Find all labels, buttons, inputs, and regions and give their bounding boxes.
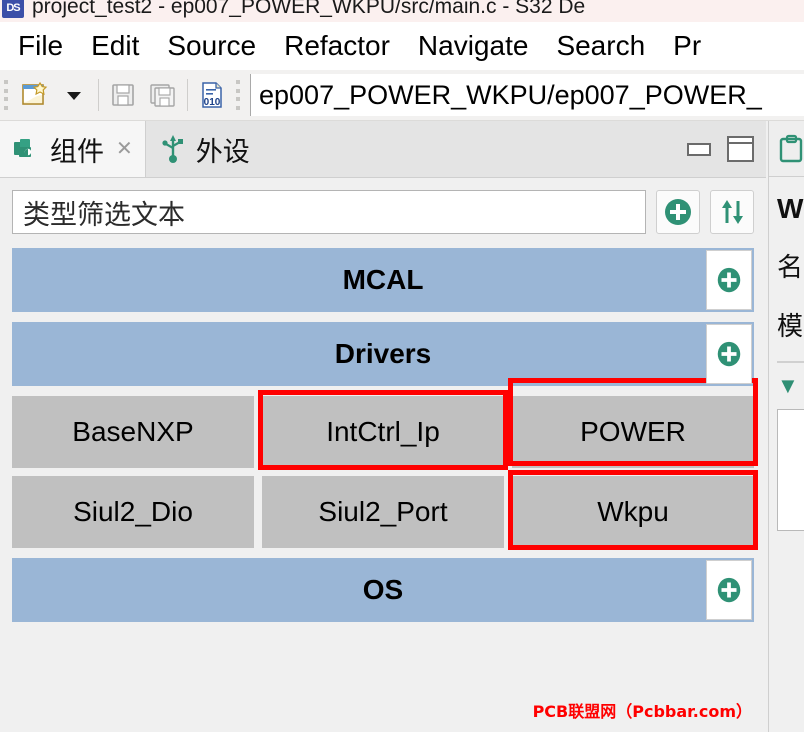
resource-path-field[interactable]: ep007_POWER_WKPU/ep007_POWER_: [250, 74, 804, 116]
peripherals-usb-icon: [158, 133, 188, 165]
menu-bar: File Edit Source Refactor Navigate Searc…: [0, 22, 804, 70]
filter-input[interactable]: 类型筛选文本: [12, 190, 646, 234]
properties-title: W: [777, 193, 804, 224]
add-plus-icon: [662, 196, 694, 228]
filter-input-value: 类型筛选文本: [23, 199, 185, 230]
new-file-dropdown-button[interactable]: [54, 74, 94, 116]
driver-item-label: Siul2_Dio: [73, 496, 193, 527]
menu-item-search[interactable]: Search: [542, 30, 659, 62]
main-toolbar: 010 ep007_POWER_WKPU/ep007_POWER_: [0, 70, 804, 121]
properties-panel: W 名 模 ▼: [768, 121, 804, 732]
driver-item-siul2-port[interactable]: Siul2_Port: [262, 476, 504, 548]
driver-item-label: Wkpu: [597, 496, 669, 527]
driver-item-power[interactable]: POWER: [508, 378, 758, 468]
new-file-button[interactable]: [14, 74, 54, 116]
sort-arrows-icon: [717, 197, 747, 227]
category-row-mcal[interactable]: MCAL: [12, 248, 754, 312]
category-row-drivers[interactable]: Drivers: [12, 322, 754, 386]
toolbar-grip[interactable]: [4, 80, 10, 110]
view-tabstrip: 组件 ✕ 外设: [0, 121, 766, 178]
resource-path-value: ep007_POWER_WKPU/ep007_POWER_: [259, 79, 762, 110]
tab-components[interactable]: 组件 ✕: [0, 121, 146, 177]
category-label-mcal: MCAL: [342, 264, 424, 295]
new-file-icon: [19, 80, 49, 110]
component-tree: MCAL Drivers BaseNXP IntCtrl_Ip POWER Si…: [0, 242, 766, 622]
add-plus-icon: [714, 265, 744, 295]
add-plus-icon: [714, 575, 744, 605]
menu-item-project[interactable]: Pr: [659, 30, 715, 62]
add-component-button[interactable]: [656, 190, 700, 234]
save-button[interactable]: [103, 74, 143, 116]
menu-item-file[interactable]: File: [0, 30, 77, 62]
add-drivers-button[interactable]: [706, 324, 752, 384]
menu-item-refactor[interactable]: Refactor: [270, 30, 404, 62]
toolbar-grip-2[interactable]: [236, 80, 242, 110]
tab-peripherals[interactable]: 外设: [146, 121, 262, 177]
tab-components-label: 组件: [50, 136, 104, 167]
driver-item-label: Siul2_Port: [318, 496, 448, 527]
menu-item-source[interactable]: Source: [153, 30, 270, 62]
driver-item-basenxp[interactable]: BaseNXP: [12, 396, 254, 468]
driver-item-label: POWER: [580, 416, 686, 447]
properties-content-box[interactable]: [777, 409, 804, 531]
driver-item-label: BaseNXP: [72, 416, 194, 447]
properties-name-label: 名: [777, 252, 804, 282]
add-plus-icon: [714, 339, 744, 369]
properties-body: W 名 模 ▼: [769, 177, 804, 531]
clipboard-icon: [777, 134, 804, 164]
menu-item-navigate[interactable]: Navigate: [404, 30, 543, 62]
driver-grid-row: Siul2_Dio Siul2_Port Wkpu: [12, 470, 758, 550]
app-logo-icon: DS: [2, 0, 24, 18]
properties-mode-label: 模: [777, 311, 804, 341]
watermark: PCB联盟网（Pcbbar.com）: [532, 702, 752, 721]
driver-grid-row: BaseNXP IntCtrl_Ip POWER: [12, 378, 758, 470]
maximize-icon[interactable]: [727, 136, 754, 162]
binary-file-icon: 010: [198, 80, 226, 110]
driver-item-siul2-dio[interactable]: Siul2_Dio: [12, 476, 254, 548]
add-os-button[interactable]: [706, 560, 752, 620]
add-mcal-button[interactable]: [706, 250, 752, 310]
save-icon: [109, 81, 137, 109]
save-all-icon: [148, 81, 178, 109]
close-icon[interactable]: ✕: [116, 139, 133, 159]
chevron-down-icon: [63, 84, 85, 106]
window-title: project_test2 - ep007_POWER_WKPU/src/mai…: [32, 0, 586, 18]
tab-peripherals-label: 外设: [195, 136, 250, 167]
application-window: DS project_test2 - ep007_POWER_WKPU/src/…: [0, 0, 804, 732]
category-label-drivers: Drivers: [334, 338, 432, 369]
toolbar-separator-2: [187, 79, 188, 111]
binary-file-button[interactable]: 010: [192, 74, 232, 116]
properties-divider: [777, 361, 804, 363]
view-window-controls: [687, 121, 754, 177]
category-row-os[interactable]: OS: [12, 558, 754, 622]
toolbar-separator: [98, 79, 99, 111]
title-bar: DS project_test2 - ep007_POWER_WKPU/src/…: [0, 0, 804, 22]
driver-item-label: IntCtrl_Ip: [326, 416, 440, 447]
chevron-down-icon[interactable]: ▼: [777, 373, 804, 399]
driver-item-wkpu[interactable]: Wkpu: [508, 470, 758, 550]
filter-row: 类型筛选文本: [0, 178, 766, 242]
menu-item-edit[interactable]: Edit: [77, 30, 153, 62]
driver-item-intctrl-ip[interactable]: IntCtrl_Ip: [258, 390, 508, 470]
components-icon: [12, 134, 42, 164]
minimize-icon[interactable]: [687, 142, 711, 156]
svg-text:010: 010: [204, 97, 221, 108]
sort-button[interactable]: [710, 190, 754, 234]
properties-tabstrip[interactable]: [769, 121, 804, 177]
save-all-button[interactable]: [143, 74, 183, 116]
components-view: 组件 ✕ 外设 类型筛选文本 MCAL Drivers BaseNXP IntC…: [0, 121, 766, 732]
category-label-os: OS: [362, 574, 404, 605]
